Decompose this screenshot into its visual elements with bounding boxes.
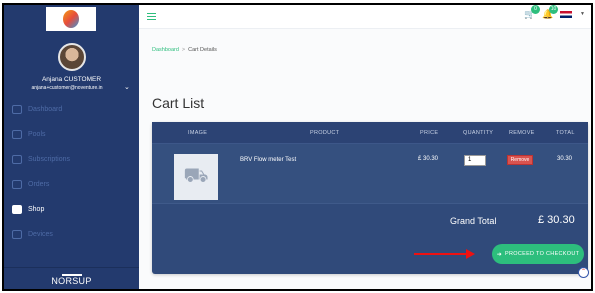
scroll-to-top-icon[interactable]: ⌃ — [578, 267, 589, 278]
sidebar-nav: Dashboard Pools Subscriptions Orders Sho… — [4, 97, 139, 247]
chevron-down-icon[interactable]: ▼ — [580, 11, 585, 17]
sidebar: Anjana CUSTOMER anjana+customer@noventur… — [4, 5, 139, 289]
checkout-button-label: PROCEED TO CHECKOUT — [505, 251, 580, 257]
proceed-to-checkout-button[interactable]: ➜ PROCEED TO CHECKOUT — [492, 244, 584, 264]
table-row: ⛟ BRV Flow meter Test £ 30.30 1 Remove 3… — [152, 144, 588, 204]
breadcrumb-current: Cart Details — [188, 47, 217, 53]
grand-total-value: £ 30.30 — [538, 214, 575, 226]
sidebar-item-pools[interactable]: Pools — [4, 122, 139, 147]
arrow-right-circle-icon: ➜ — [496, 251, 503, 258]
user-menu-chevron-icon[interactable]: ⌄ — [124, 83, 130, 91]
avatar[interactable] — [58, 43, 86, 71]
quantity-input[interactable]: 1 — [464, 155, 486, 166]
notification-count-badge: 10 — [549, 5, 559, 14]
app-window: Anjana CUSTOMER anjana+customer@noventur… — [2, 3, 593, 291]
sidebar-item-label: Devices — [28, 231, 53, 238]
column-header-total: TOTAL — [556, 130, 575, 136]
table-header: IMAGE PRODUCT PRICE QUANTITY REMOVE TOTA… — [152, 122, 588, 144]
dashboard-icon — [12, 105, 22, 114]
topbar: 🛒 0 🔔 10 ▼ — [139, 5, 591, 29]
sidebar-item-subscriptions[interactable]: Subscriptions — [4, 147, 139, 172]
devices-icon — [12, 230, 22, 239]
user-name: Anjana CUSTOMER — [41, 76, 102, 83]
page-title: Cart List — [152, 95, 205, 111]
product-price: £ 30.30 — [418, 156, 439, 162]
orders-icon — [12, 180, 22, 189]
pools-icon — [12, 130, 22, 139]
remove-button[interactable]: Remove — [507, 155, 533, 165]
sidebar-item-label: Pools — [28, 131, 46, 138]
product-name[interactable]: BRV Flow meter Test — [240, 156, 310, 165]
sidebar-item-label: Orders — [28, 181, 50, 188]
column-header-product: PRODUCT — [310, 130, 340, 136]
column-header-quantity: QUANTITY — [463, 130, 494, 136]
sidebar-item-label: Shop — [28, 206, 45, 213]
product-cart-icon: ⛟ — [174, 154, 218, 200]
footer-brand: NORSUP — [51, 276, 92, 286]
user-email: anjana+customer@noventure.in — [31, 85, 103, 91]
breadcrumb: Dashboard > Cart Details — [152, 47, 217, 53]
grand-total-label: Grand Total — [450, 216, 497, 226]
cart-panel: IMAGE PRODUCT PRICE QUANTITY REMOVE TOTA… — [152, 122, 588, 274]
row-total: 30.30 — [557, 156, 573, 162]
language-flag-icon[interactable] — [560, 10, 573, 18]
logo-mark-icon — [63, 10, 79, 28]
breadcrumb-separator: > — [181, 47, 186, 53]
column-header-remove: REMOVE — [509, 130, 535, 136]
notification-icon[interactable]: 🔔 10 — [542, 5, 559, 19]
shop-icon — [12, 205, 22, 214]
annotation-arrow-icon — [414, 253, 468, 255]
app-logo[interactable] — [46, 7, 96, 31]
column-header-price: PRICE — [420, 130, 439, 136]
sidebar-item-dashboard[interactable]: Dashboard — [4, 97, 139, 122]
cart-count-badge: 0 — [531, 5, 541, 14]
sidebar-item-shop[interactable]: Shop — [4, 197, 139, 222]
topbar-actions: 🛒 0 🔔 10 ▼ — [524, 5, 585, 19]
subscriptions-icon — [12, 155, 22, 164]
cart-icon[interactable]: 🛒 0 — [524, 5, 541, 19]
menu-toggle-icon[interactable] — [147, 13, 156, 20]
column-header-image: IMAGE — [188, 130, 208, 136]
sidebar-item-orders[interactable]: Orders — [4, 172, 139, 197]
sidebar-item-label: Subscriptions — [28, 156, 71, 163]
annotation-arrow-head-icon — [466, 249, 475, 259]
sidebar-item-label: Dashboard — [28, 106, 63, 113]
breadcrumb-home-link[interactable]: Dashboard — [152, 47, 179, 53]
sidebar-item-devices[interactable]: Devices — [4, 222, 139, 247]
